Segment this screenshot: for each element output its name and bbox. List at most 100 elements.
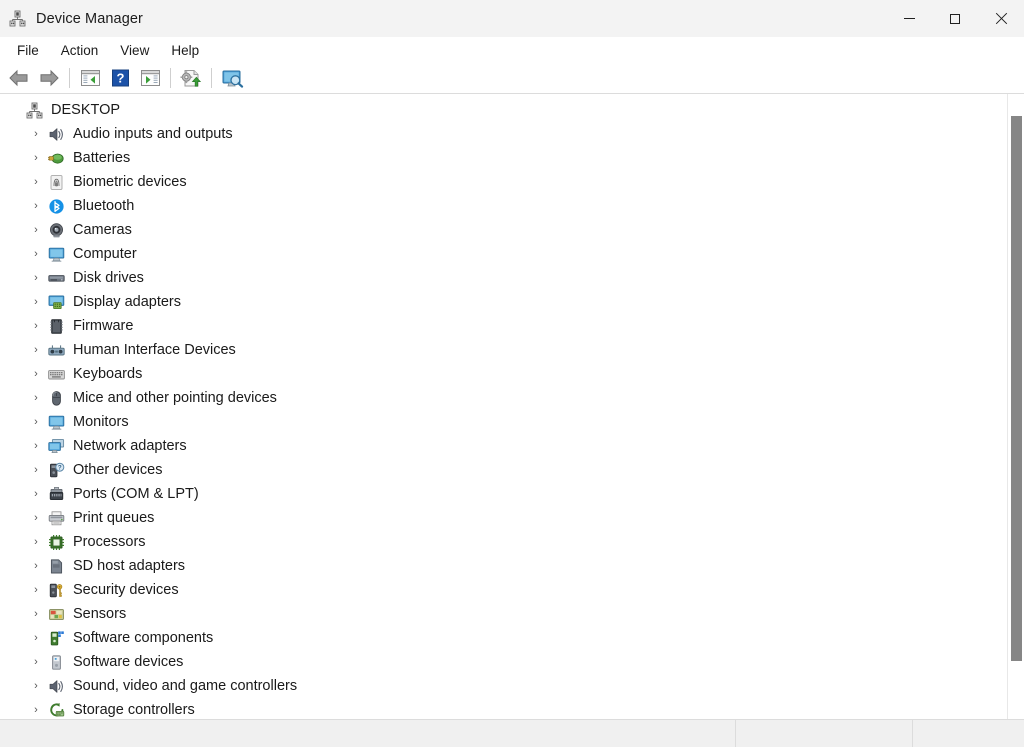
tree-item-label: Bluetooth bbox=[73, 194, 134, 218]
chevron-right-icon[interactable]: › bbox=[26, 344, 46, 356]
menu-bar: File Action View Help bbox=[0, 37, 1024, 63]
chevron-right-icon[interactable]: › bbox=[26, 128, 46, 140]
chevron-right-icon[interactable]: › bbox=[26, 368, 46, 380]
minimize-button[interactable] bbox=[886, 0, 932, 37]
menu-view[interactable]: View bbox=[109, 40, 160, 61]
chevron-right-icon[interactable]: › bbox=[26, 608, 46, 620]
tree-item[interactable]: › Mice and other pointing devices bbox=[0, 386, 1000, 410]
chevron-right-icon[interactable]: › bbox=[26, 632, 46, 644]
other-devices-icon: ? bbox=[46, 461, 66, 479]
tree-item[interactable]: › Bluetooth bbox=[0, 194, 1000, 218]
tree-root-desktop[interactable]: ⱟ DESKTOP bbox=[0, 98, 1000, 122]
monitor-icon bbox=[46, 245, 66, 263]
close-icon bbox=[995, 12, 1008, 25]
chevron-right-icon[interactable]: › bbox=[26, 392, 46, 404]
separator-3 bbox=[211, 68, 212, 88]
update-driver-button[interactable] bbox=[176, 65, 206, 92]
chevron-right-icon[interactable]: › bbox=[26, 152, 46, 164]
close-button[interactable] bbox=[978, 0, 1024, 37]
scan-hardware-changes-button[interactable] bbox=[217, 65, 247, 92]
menu-help[interactable]: Help bbox=[160, 40, 210, 61]
chevron-right-icon[interactable]: › bbox=[26, 176, 46, 188]
tree-item-label: Audio inputs and outputs bbox=[73, 122, 233, 146]
forward-button[interactable] bbox=[34, 65, 64, 92]
tree-item-label: Sound, video and game controllers bbox=[73, 674, 297, 698]
tree-item-label: Cameras bbox=[73, 218, 132, 242]
back-arrow-icon bbox=[8, 69, 30, 87]
tree-item[interactable]: › Ports (COM & LPT) bbox=[0, 482, 1000, 506]
tree-item-label: Firmware bbox=[73, 314, 133, 338]
tree-item-label: Display adapters bbox=[73, 290, 181, 314]
scrollbar-thumb[interactable] bbox=[1011, 116, 1022, 661]
tree-item[interactable]: › Security devices bbox=[0, 578, 1000, 602]
menu-action[interactable]: Action bbox=[50, 40, 110, 61]
chevron-right-icon[interactable]: › bbox=[26, 512, 46, 524]
tree-item[interactable]: › Software devices bbox=[0, 650, 1000, 674]
status-pane-1 bbox=[0, 720, 735, 747]
tree-item[interactable]: › Display adapters bbox=[0, 290, 1000, 314]
chevron-right-icon[interactable]: › bbox=[26, 296, 46, 308]
storage-controller-icon bbox=[46, 701, 66, 719]
svg-text:?: ? bbox=[116, 71, 124, 86]
chevron-right-icon[interactable]: › bbox=[26, 656, 46, 668]
maximize-button[interactable] bbox=[932, 0, 978, 37]
forward-arrow-icon bbox=[38, 69, 60, 87]
menu-file[interactable]: File bbox=[6, 40, 50, 61]
back-button[interactable] bbox=[4, 65, 34, 92]
tree-item-label: Software devices bbox=[73, 650, 183, 674]
tree-item[interactable]: › Cameras bbox=[0, 218, 1000, 242]
chevron-right-icon[interactable]: › bbox=[26, 272, 46, 284]
chevron-right-icon[interactable]: › bbox=[26, 488, 46, 500]
monitor-icon bbox=[46, 413, 66, 431]
tree-item[interactable]: › Batteries bbox=[0, 146, 1000, 170]
chevron-right-icon[interactable]: › bbox=[26, 224, 46, 236]
tree-item[interactable]: ›? Other devices bbox=[0, 458, 1000, 482]
printer-icon bbox=[46, 509, 66, 527]
tree-item[interactable]: › Storage controllers bbox=[0, 698, 1000, 720]
status-pane-2 bbox=[735, 720, 912, 747]
speaker-icon bbox=[46, 677, 66, 695]
camera-icon bbox=[46, 221, 66, 239]
chevron-right-icon[interactable]: › bbox=[26, 584, 46, 596]
chevron-right-icon[interactable]: › bbox=[26, 320, 46, 332]
chevron-right-icon[interactable]: › bbox=[26, 680, 46, 692]
tree-item[interactable]: › Print queues bbox=[0, 506, 1000, 530]
chevron-right-icon[interactable]: › bbox=[26, 200, 46, 212]
properties-button[interactable] bbox=[75, 65, 105, 92]
tree-item[interactable]: › Software components bbox=[0, 626, 1000, 650]
chevron-right-icon[interactable]: › bbox=[26, 704, 46, 716]
firmware-chip-icon bbox=[46, 317, 66, 335]
tree-item[interactable]: › Computer bbox=[0, 242, 1000, 266]
tree-item[interactable]: › Sound, video and game controllers bbox=[0, 674, 1000, 698]
chevron-down-icon[interactable]: ⱟ bbox=[4, 104, 24, 116]
mouse-icon bbox=[46, 389, 66, 407]
tree-item[interactable]: › Sensors bbox=[0, 602, 1000, 626]
tree-item[interactable]: › Firmware bbox=[0, 314, 1000, 338]
tree-item[interactable]: › Network adapters bbox=[0, 434, 1000, 458]
tree-item[interactable]: › Monitors bbox=[0, 410, 1000, 434]
tree-item[interactable]: › Keyboards bbox=[0, 362, 1000, 386]
tree-item[interactable]: › Biometric devices bbox=[0, 170, 1000, 194]
tree-item-label: Storage controllers bbox=[73, 698, 195, 720]
tree-item[interactable]: › Processors bbox=[0, 530, 1000, 554]
tree-item[interactable]: › Audio inputs and outputs bbox=[0, 122, 1000, 146]
chevron-right-icon[interactable]: › bbox=[26, 440, 46, 452]
tree-item[interactable]: › SD host adapters bbox=[0, 554, 1000, 578]
chevron-right-icon[interactable]: › bbox=[26, 464, 46, 476]
chevron-right-icon[interactable]: › bbox=[26, 248, 46, 260]
show-hidden-devices-icon bbox=[140, 69, 161, 87]
svg-text:?: ? bbox=[57, 464, 61, 471]
tree-item[interactable]: › Human Interface Devices bbox=[0, 338, 1000, 362]
tree-item-label: Human Interface Devices bbox=[73, 338, 236, 362]
chevron-right-icon[interactable]: › bbox=[26, 560, 46, 572]
vertical-scrollbar[interactable] bbox=[1007, 94, 1024, 719]
window-title: Device Manager bbox=[36, 11, 143, 27]
tree-item-label: Software components bbox=[73, 626, 213, 650]
tree-item-label: Security devices bbox=[73, 578, 179, 602]
chevron-right-icon[interactable]: › bbox=[26, 416, 46, 428]
chevron-right-icon[interactable]: › bbox=[26, 536, 46, 548]
show-hidden-devices-button[interactable] bbox=[135, 65, 165, 92]
tree-item[interactable]: › Disk drives bbox=[0, 266, 1000, 290]
help-button[interactable]: ? bbox=[105, 65, 135, 92]
hid-icon bbox=[46, 341, 66, 359]
